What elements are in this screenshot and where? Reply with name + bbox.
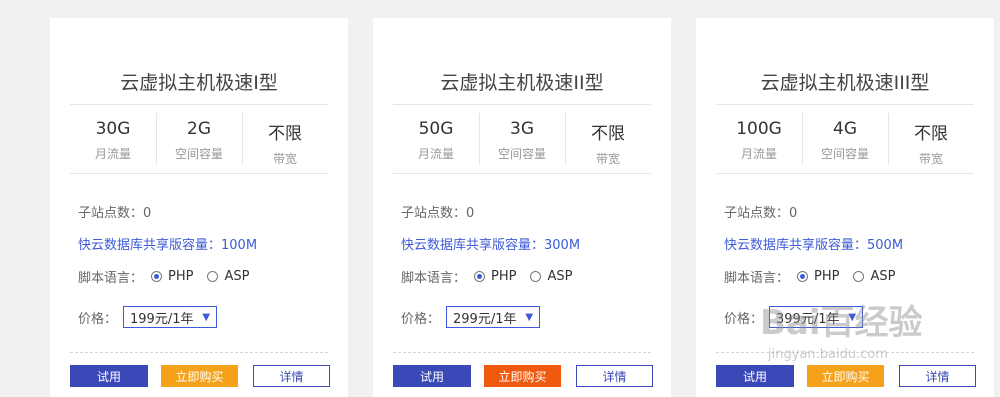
price-select[interactable]: 399元/1年 ▼ [769, 306, 864, 328]
details-button[interactable]: 详情 [253, 365, 330, 387]
caret-down-icon: ▼ [525, 311, 534, 323]
script-language-label: 脚本语言： [401, 271, 467, 286]
spec-row: 50G 月流量 3G 空间容量 不限 带宽 [393, 104, 651, 174]
product-card-2: 云虚拟主机极速II型 50G 月流量 3G 空间容量 不限 带宽 子站点数：0 … [373, 18, 671, 397]
spec-value: 2G [187, 119, 211, 139]
buy-now-button[interactable]: 立即购买 [161, 365, 238, 387]
asp-radio[interactable] [853, 271, 865, 282]
spec-traffic: 100G 月流量 [716, 105, 802, 173]
spec-label: 带宽 [918, 152, 943, 166]
price-row: 价格： 299元/1年 ▼ [401, 306, 541, 328]
spec-storage: 4G 空间容量 [802, 105, 888, 173]
spec-label: 带宽 [595, 152, 620, 166]
spec-bandwidth: 不限 带宽 [565, 105, 651, 173]
price-select[interactable]: 299元/1年 ▼ [446, 306, 541, 328]
spec-storage: 2G 空间容量 [156, 105, 242, 173]
php-label: PHP [491, 269, 517, 284]
card-title: 云虚拟主机极速III型 [760, 72, 930, 94]
spec-value: 4G [833, 119, 857, 139]
spec-label: 空间容量 [174, 147, 223, 161]
sub-sites-text: 子站点数：0 [724, 206, 798, 221]
product-card-3: 云虚拟主机极速III型 100G 月流量 4G 空间容量 不限 带宽 子站点数：… [696, 18, 994, 397]
spec-label: 月流量 [417, 147, 454, 161]
price-value: 399元/1年 [776, 311, 840, 327]
details-button[interactable]: 详情 [899, 365, 976, 387]
price-value: 199元/1年 [130, 311, 194, 327]
spec-value: 不限 [268, 124, 302, 144]
price-label: 价格： [401, 311, 441, 327]
script-language-row: 脚本语言： PHP ASP [78, 267, 249, 286]
database-text: 快云数据库共享版容量：300M [401, 238, 581, 253]
spec-bandwidth: 不限 带宽 [242, 105, 328, 173]
price-row: 价格： 399元/1年 ▼ [724, 306, 864, 328]
asp-radio[interactable] [530, 271, 542, 282]
php-radio[interactable] [797, 271, 809, 282]
buy-now-button[interactable]: 立即购买 [807, 365, 884, 387]
php-label: PHP [814, 269, 840, 284]
asp-radio[interactable] [207, 271, 219, 282]
price-select[interactable]: 199元/1年 ▼ [123, 306, 218, 328]
spec-label: 空间容量 [497, 147, 546, 161]
price-value: 299元/1年 [453, 311, 517, 327]
price-label: 价格： [78, 311, 118, 327]
php-label: PHP [168, 269, 194, 284]
spec-value: 100G [736, 119, 782, 139]
try-button[interactable]: 试用 [393, 365, 471, 387]
spec-value: 50G [418, 119, 454, 139]
divider [393, 352, 651, 353]
buy-now-button[interactable]: 立即购买 [484, 365, 561, 387]
script-language-row: 脚本语言： PHP ASP [401, 267, 572, 286]
price-row: 价格： 199元/1年 ▼ [78, 306, 218, 328]
details-button[interactable]: 详情 [576, 365, 653, 387]
try-button[interactable]: 试用 [70, 365, 148, 387]
spec-label: 月流量 [740, 147, 777, 161]
database-text: 快云数据库共享版容量：500M [724, 238, 904, 253]
card-title: 云虚拟主机极速I型 [120, 72, 278, 94]
php-radio[interactable] [151, 271, 163, 282]
script-language-label: 脚本语言： [78, 271, 144, 286]
database-text: 快云数据库共享版容量：100M [78, 238, 258, 253]
spec-value: 不限 [914, 124, 948, 144]
script-language-label: 脚本语言： [724, 271, 790, 286]
spec-label: 月流量 [94, 147, 131, 161]
spec-traffic: 50G 月流量 [393, 105, 479, 173]
spec-storage: 3G 空间容量 [479, 105, 565, 173]
spec-label: 带宽 [272, 152, 297, 166]
product-card-1: 云虚拟主机极速I型 30G 月流量 2G 空间容量 不限 带宽 子站点数：0 快… [50, 18, 348, 397]
asp-label: ASP [547, 269, 573, 284]
divider [70, 352, 328, 353]
spec-bandwidth: 不限 带宽 [888, 105, 974, 173]
php-radio[interactable] [474, 271, 486, 282]
spec-value: 不限 [591, 124, 625, 144]
try-button[interactable]: 试用 [716, 365, 794, 387]
spec-label: 空间容量 [820, 147, 869, 161]
spec-row: 30G 月流量 2G 空间容量 不限 带宽 [70, 104, 328, 174]
price-label: 价格： [724, 311, 764, 327]
spec-value: 30G [95, 119, 131, 139]
caret-down-icon: ▼ [202, 311, 211, 323]
script-language-row: 脚本语言： PHP ASP [724, 267, 895, 286]
spec-value: 3G [510, 119, 534, 139]
divider [716, 352, 974, 353]
asp-label: ASP [224, 269, 250, 284]
spec-row: 100G 月流量 4G 空间容量 不限 带宽 [716, 104, 974, 174]
sub-sites-text: 子站点数：0 [78, 206, 152, 221]
card-title: 云虚拟主机极速II型 [440, 72, 604, 94]
sub-sites-text: 子站点数：0 [401, 206, 475, 221]
caret-down-icon: ▼ [848, 311, 857, 323]
asp-label: ASP [870, 269, 896, 284]
spec-traffic: 30G 月流量 [70, 105, 156, 173]
